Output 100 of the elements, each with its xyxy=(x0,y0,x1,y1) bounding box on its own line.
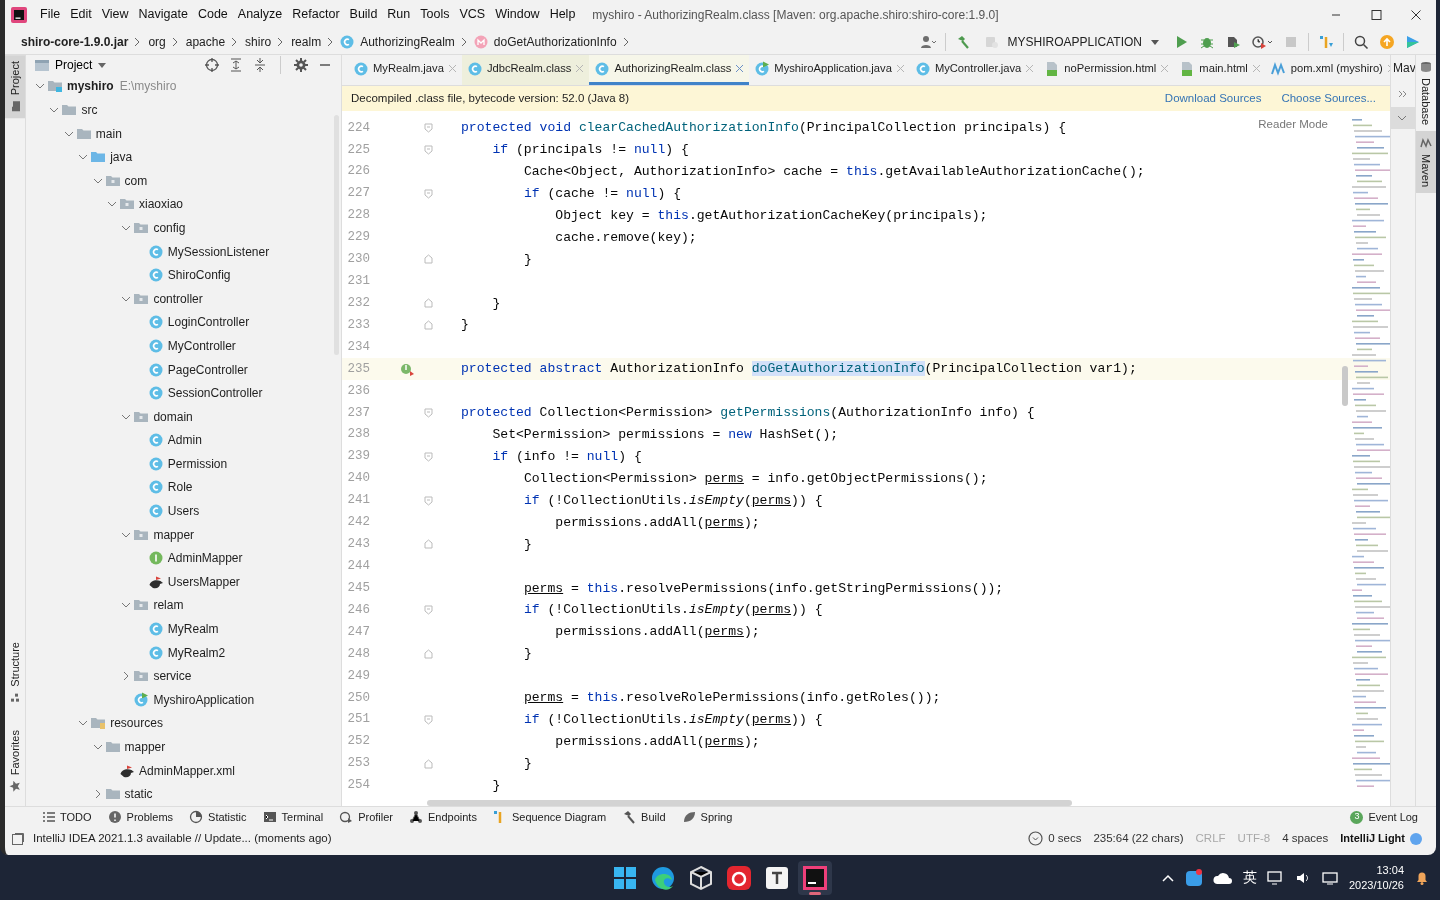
status-item[interactable]: 235:64 (22 chars) xyxy=(1087,829,1190,848)
tree-item[interactable]: Users xyxy=(167,502,200,521)
tree-item[interactable]: MyRealm xyxy=(167,620,219,639)
tree-item[interactable]: AdminMapper xyxy=(167,549,243,568)
notice-link[interactable]: Choose Sources... xyxy=(1261,89,1376,108)
tree-item[interactable]: mapper xyxy=(153,525,195,544)
menu-item[interactable]: Build xyxy=(344,5,383,24)
collapse-all-icon[interactable] xyxy=(252,56,268,73)
tool-window-tab[interactable]: Structure xyxy=(5,636,25,710)
tree-item[interactable]: domain xyxy=(153,407,193,426)
tool-window-tab[interactable]: Favorites xyxy=(5,723,25,798)
tree-item[interactable]: PageController xyxy=(167,360,248,379)
panel-title-dropdown[interactable]: Project xyxy=(34,55,108,74)
menu-item[interactable]: VCS xyxy=(454,5,491,24)
event-log-button[interactable]: 3 Event Log xyxy=(1342,808,1426,826)
menu-item[interactable]: Help xyxy=(544,5,581,24)
settings-icon[interactable] xyxy=(293,56,309,73)
status-item[interactable]: 0 secs xyxy=(1022,829,1088,848)
tree-item[interactable]: src xyxy=(81,101,98,119)
tree-item[interactable]: AdminMapper.xml xyxy=(139,761,236,780)
menu-item[interactable]: Run xyxy=(382,5,416,24)
user-icon[interactable] xyxy=(919,33,936,50)
tree-item[interactable]: MyshiroApplication xyxy=(153,690,255,709)
breadcrumb-item[interactable]: shiro xyxy=(243,32,274,51)
tree-item[interactable]: relam xyxy=(153,596,184,615)
status-message[interactable]: IntelliJ IDEA 2021.1.3 available // Update... (moments ago) xyxy=(33,829,332,848)
tree-item[interactable]: MySessionListener xyxy=(167,242,270,261)
tool-window-tab[interactable]: Maven xyxy=(1416,131,1436,194)
editor-tab[interactable]: MyController.java xyxy=(909,55,1040,85)
tree-item[interactable]: com xyxy=(124,171,148,190)
clock-date[interactable]: 2023/10/26 xyxy=(1348,877,1404,892)
status-item[interactable]: 4 spaces xyxy=(1276,829,1335,848)
editor-tab[interactable]: JdbcRealm.class xyxy=(461,55,590,85)
tree-item[interactable]: Admin xyxy=(167,431,202,450)
update-icon[interactable] xyxy=(1379,33,1395,50)
tool-window-button[interactable]: Build xyxy=(614,808,674,826)
tree-item[interactable]: mapper xyxy=(124,738,166,756)
breadcrumb-item[interactable]: org xyxy=(146,32,168,51)
tree-item[interactable]: xiaoxiao xyxy=(139,195,184,214)
menu-item[interactable]: Navigate xyxy=(133,5,193,24)
editor-tab[interactable]: MyRealm.java xyxy=(348,55,462,85)
menu-item[interactable]: Refactor xyxy=(287,5,345,24)
menu-item[interactable]: Edit xyxy=(65,5,97,24)
breadcrumb-item[interactable]: doGetAuthorizationInfo xyxy=(491,32,619,51)
tree-item[interactable]: resources xyxy=(110,714,163,733)
scrollbar-thumb[interactable] xyxy=(1342,366,1348,406)
ime-indicator[interactable]: 英 xyxy=(1242,867,1257,888)
status-item[interactable]: IntelliJ Light xyxy=(1334,830,1428,847)
tree-item[interactable]: config xyxy=(153,218,186,237)
display-icon[interactable] xyxy=(1266,869,1285,886)
double-chevron-icon[interactable] xyxy=(1397,89,1409,99)
menu-item[interactable]: Window xyxy=(490,5,545,24)
scrollbar-thumb[interactable] xyxy=(427,800,1072,806)
tool-window-button[interactable]: Spring xyxy=(673,808,741,826)
profiler-icon[interactable] xyxy=(1251,33,1273,50)
tray-app-icon[interactable] xyxy=(1184,868,1203,887)
sequence-icon[interactable] xyxy=(1318,33,1334,50)
tool-window-tab[interactable]: Project xyxy=(5,55,25,119)
tree-item[interactable]: SessionController xyxy=(167,384,263,403)
editor-tab[interactable]: MyshiroApplication.java xyxy=(749,55,910,85)
menu-item[interactable]: View xyxy=(96,5,134,24)
tool-window-button[interactable]: TODO xyxy=(33,808,100,826)
clock-time[interactable]: 13:04 xyxy=(1376,863,1404,878)
taskbar-app[interactable] xyxy=(798,860,832,895)
tree-item[interactable]: controller xyxy=(153,289,203,308)
network-icon[interactable] xyxy=(1320,869,1339,886)
tool-window-button[interactable]: Profiler xyxy=(331,808,401,826)
breadcrumb-item[interactable]: apache xyxy=(183,32,228,51)
breadcrumb-item[interactable]: AuthorizingRealm xyxy=(358,32,457,51)
run-config-dropdown[interactable]: MYSHIROAPPLICATION xyxy=(975,32,1168,51)
notice-link[interactable]: Download Sources xyxy=(1144,89,1262,108)
cloud-icon[interactable] xyxy=(1212,870,1233,885)
reader-mode-link[interactable]: Reader Mode xyxy=(1252,115,1334,135)
menu-item[interactable]: File xyxy=(35,5,66,24)
breadcrumb-item[interactable]: realm xyxy=(289,32,324,51)
plugin-icon[interactable] xyxy=(1405,33,1421,50)
tool-window-button[interactable]: Sequence Diagram xyxy=(484,808,615,826)
menu-item[interactable]: Code xyxy=(192,5,233,24)
menu-item[interactable]: Analyze xyxy=(232,5,288,24)
tree-item[interactable]: ShiroConfig xyxy=(167,266,231,285)
tool-window-button[interactable]: Endpoints xyxy=(401,808,485,826)
menu-item[interactable]: Tools xyxy=(415,5,455,24)
editor-tab[interactable]: main.html xyxy=(1174,55,1266,85)
tool-window-button[interactable]: Problems xyxy=(99,808,182,826)
tree-item[interactable]: UsersMapper xyxy=(167,572,240,591)
tree-item[interactable]: myshiro xyxy=(67,77,114,96)
window-icon[interactable] xyxy=(11,831,25,846)
locate-icon[interactable] xyxy=(204,56,220,73)
tree-item[interactable]: MyRealm2 xyxy=(167,643,226,662)
editor-tab[interactable]: pom.xml (myshiro) xyxy=(1265,55,1390,85)
tree-item[interactable]: static xyxy=(124,785,153,804)
tree-item[interactable]: Role xyxy=(167,478,193,497)
tree-item[interactable]: MyController xyxy=(167,336,236,355)
editor-tab[interactable]: noPermission.html xyxy=(1039,55,1175,85)
expand-all-icon[interactable] xyxy=(228,56,244,73)
tree-item[interactable]: LoginController xyxy=(167,313,250,332)
tree-item[interactable]: java xyxy=(110,148,133,167)
editor-tab[interactable]: AuthorizingRealm.class xyxy=(589,55,750,85)
tool-window-tab[interactable]: Database xyxy=(1416,55,1436,132)
tool-window-button[interactable]: Statistic xyxy=(181,808,255,826)
